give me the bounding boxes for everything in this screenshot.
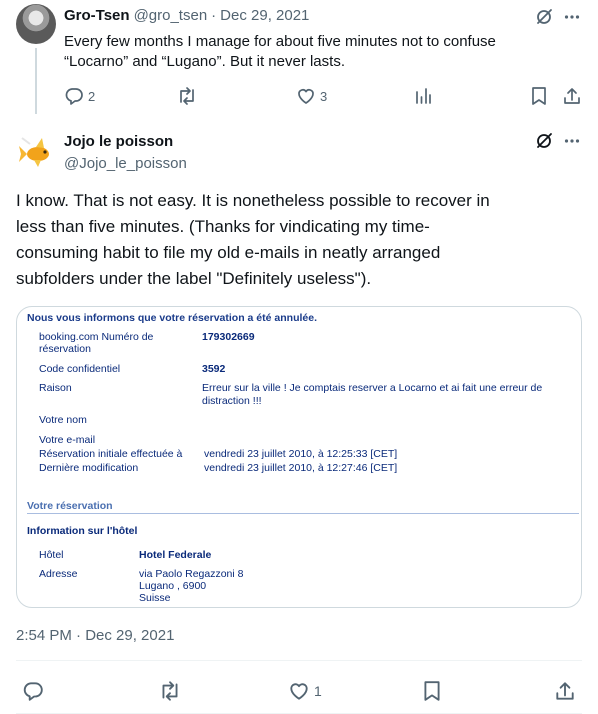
- retweet-button[interactable]: [158, 680, 182, 702]
- booking-header: Nous vous informons que votre réservatio…: [27, 312, 317, 324]
- more-icon[interactable]: [563, 132, 581, 150]
- main-text-line: subfolders under the label "Definitely u…: [16, 269, 372, 288]
- hotel-name: Hotel Federale: [139, 549, 212, 561]
- booking-label-text: booking.com Numéro de: [39, 331, 154, 343]
- booking-value-text: distraction !!!: [202, 395, 262, 407]
- booking-label: Dernière modification: [39, 462, 139, 474]
- reply-author-name[interactable]: Gro-Tsen: [64, 6, 130, 26]
- main-text-line: consuming habit to file my old e-mails i…: [16, 243, 441, 262]
- like-button[interactable]: 1: [288, 680, 322, 702]
- main-author: Jojo le poisson @Jojo_le_poisson: [64, 132, 187, 174]
- grok-icon[interactable]: [535, 132, 553, 150]
- views-icon: [413, 86, 433, 106]
- bookmark-icon: [530, 86, 548, 106]
- reply-header: Gro-Tsen @gro_tsen · Dec 29, 2021: [64, 6, 309, 26]
- reply-button[interactable]: [22, 680, 44, 702]
- hotel-address: via Paolo Regazzoni 8 Lugano , 6900 Suis…: [139, 568, 243, 604]
- address-line: via Paolo Regazzoni 8: [139, 568, 244, 580]
- booking-divider: [27, 513, 579, 514]
- address-label: Adresse: [39, 568, 78, 580]
- reply-text-line: “Locarno” and “Lugano”. But it never las…: [64, 53, 345, 70]
- attached-image[interactable]: Nous vous informons que votre réservatio…: [16, 306, 582, 608]
- reply-count: 2: [88, 88, 96, 104]
- more-icon[interactable]: [563, 8, 581, 26]
- bookmark-button[interactable]: [530, 86, 548, 106]
- share-icon: [554, 680, 576, 702]
- bookmark-icon: [422, 680, 442, 702]
- like-button[interactable]: 3: [296, 86, 327, 106]
- thread-line: [35, 48, 37, 114]
- reply-date[interactable]: Dec 29, 2021: [220, 6, 309, 26]
- retweet-icon: [176, 86, 198, 106]
- reply-text-line: Every few months I manage for about five…: [64, 33, 496, 50]
- tweet-timestamp[interactable]: 2:54 PM · Dec 29, 2021: [16, 627, 174, 644]
- share-button[interactable]: [562, 86, 582, 106]
- address-line: Suisse: [139, 592, 171, 604]
- main-tweet-text: I know. That is not easy. It is nonethel…: [16, 188, 576, 292]
- reply-separator: ·: [211, 7, 217, 24]
- booking-label: booking.com Numéro de réservation: [39, 331, 153, 355]
- divider: [16, 660, 582, 661]
- booking-label: Votre nom: [39, 414, 87, 426]
- booking-label-text: réservation: [39, 343, 91, 355]
- hotel-info-header: Information sur l'hôtel: [27, 525, 138, 537]
- booking-value: 3592: [202, 363, 226, 375]
- grok-icon[interactable]: [535, 8, 553, 26]
- main-author-handle[interactable]: @Jojo_le_poisson: [64, 154, 187, 174]
- address-line: Lugano , 6900: [139, 580, 207, 592]
- avatar-jojo[interactable]: [16, 130, 56, 170]
- share-button[interactable]: [554, 680, 576, 702]
- reply-author-handle[interactable]: @gro_tsen: [134, 6, 208, 26]
- share-icon: [562, 86, 582, 106]
- booking-value-text: Erreur sur la ville ! Je comptais reserv…: [202, 382, 543, 394]
- hotel-label: Hôtel: [39, 549, 64, 561]
- views-button[interactable]: [413, 86, 433, 106]
- main-text-line: less than five minutes. (Thanks for vind…: [16, 217, 430, 236]
- heart-icon: [288, 680, 310, 702]
- booking-label: Raison: [39, 382, 72, 394]
- booking-value: vendredi 23 juillet 2010, à 12:27:46 [CE…: [204, 462, 398, 474]
- booking-label: Réservation initiale effectuée à: [39, 448, 183, 460]
- bookmark-button[interactable]: [422, 680, 442, 702]
- heart-icon: [296, 86, 316, 106]
- reply-icon: [22, 680, 44, 702]
- booking-label: Code confidentiel: [39, 363, 121, 375]
- retweet-button[interactable]: [176, 86, 198, 106]
- main-text-line: I know. That is not easy. It is nonethel…: [16, 191, 490, 210]
- booking-value: vendredi 23 juillet 2010, à 12:25:33 [CE…: [204, 448, 398, 460]
- like-count: 1: [314, 683, 322, 699]
- retweet-icon: [158, 680, 182, 702]
- reply-text: Every few months I manage for about five…: [64, 32, 584, 72]
- booking-label: Votre e-mail: [39, 434, 96, 446]
- reply-button[interactable]: 2: [64, 86, 95, 106]
- booking-value: 179302669: [202, 331, 255, 343]
- main-author-name[interactable]: Jojo le poisson: [64, 132, 187, 152]
- avatar-gro-tsen[interactable]: [16, 4, 56, 44]
- reply-icon: [64, 86, 84, 106]
- booking-section-title: Votre réservation: [27, 500, 113, 512]
- booking-value: Erreur sur la ville ! Je comptais reserv…: [202, 382, 572, 408]
- like-count: 3: [320, 88, 328, 104]
